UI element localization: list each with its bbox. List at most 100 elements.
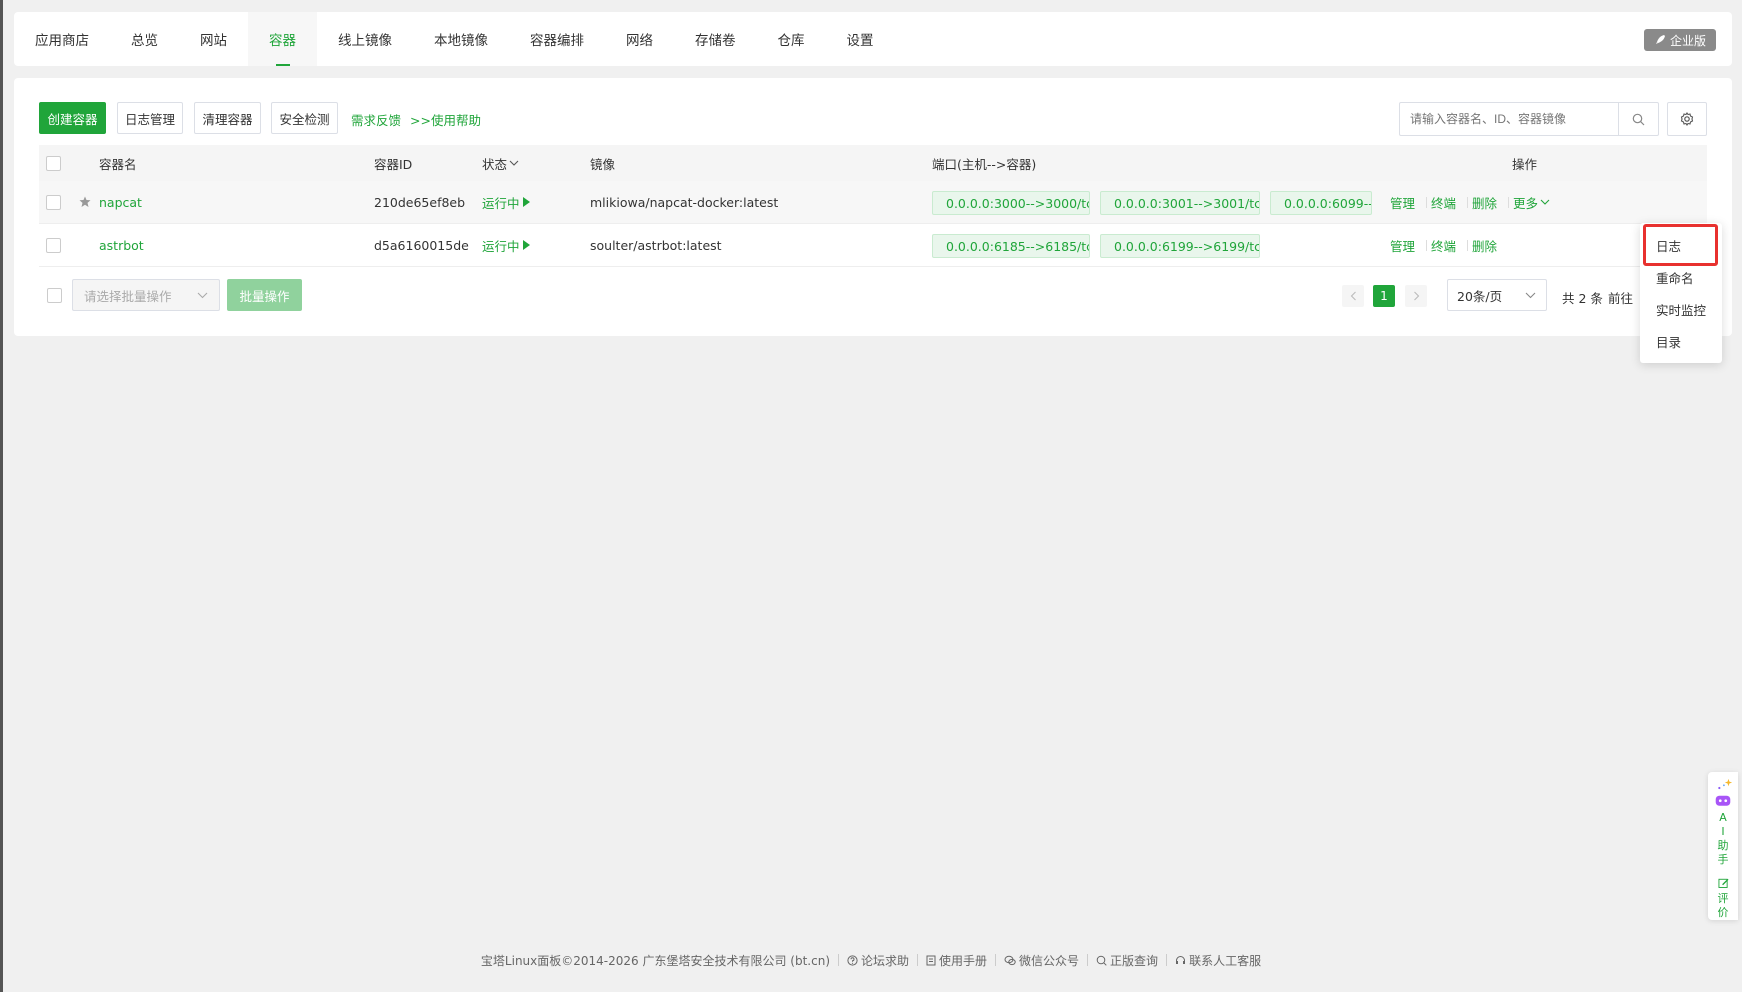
port-tag[interactable]: 0.0.0.0:6199-->6199/tcp [1100, 234, 1260, 258]
settings-button[interactable] [1667, 102, 1707, 136]
pin-icon[interactable] [79, 181, 91, 223]
delete-link[interactable]: 删除 [1472, 224, 1497, 266]
container-table: 容器名 容器ID 状态 镜像 端口(主机-->容器) 操作 napcat 210… [39, 145, 1707, 267]
status-running[interactable]: 运行中 [482, 181, 530, 223]
gear-icon [1680, 112, 1694, 126]
tab-registry[interactable]: 仓库 [757, 12, 826, 66]
port-tag[interactable]: 0.0.0.0:6185-->6185/tcp [932, 234, 1090, 258]
wechat-icon [1004, 955, 1016, 965]
search-input[interactable] [1400, 104, 1618, 134]
headset-icon [1176, 955, 1186, 964]
batch-action-button[interactable]: 批量操作 [227, 279, 302, 311]
feedback-link[interactable]: 需求反馈 [351, 110, 401, 129]
port-label: 0.0.0.0:6185-->6185/tcp [946, 238, 1090, 254]
chevron-down-icon [1540, 199, 1550, 205]
chevron-down-icon [1525, 292, 1536, 299]
container-id: d5a6160015de [374, 237, 469, 253]
security-check-button[interactable]: 安全检测 [271, 102, 338, 134]
port-tag[interactable]: 0.0.0.0:6099--> [1270, 191, 1372, 215]
manage-link[interactable]: 管理 [1390, 224, 1415, 266]
more-label: 更多 [1513, 195, 1539, 211]
license-label: 正版查询 [1110, 953, 1159, 968]
tab-website[interactable]: 网站 [179, 12, 248, 66]
header-name: 容器名 [99, 156, 137, 172]
license-link[interactable]: 正版查询 [1088, 952, 1166, 969]
manual-label: 使用手册 [939, 953, 988, 968]
tab-app-store[interactable]: 应用商店 [14, 12, 110, 66]
divider [1426, 197, 1427, 208]
tab-settings[interactable]: 设置 [826, 12, 895, 66]
tab-local-images[interactable]: 本地镜像 [413, 12, 509, 66]
terminal-link[interactable]: 终端 [1431, 224, 1456, 266]
sparkle-icon [1718, 778, 1733, 790]
header-actions: 操作 [1512, 156, 1538, 172]
menu-item-monitor[interactable]: 实时监控 [1640, 293, 1722, 325]
divider [1467, 240, 1468, 251]
enterprise-label: 企业版 [1669, 33, 1706, 48]
toolbar: 创建容器 日志管理 清理容器 安全检测 需求反馈 >>使用帮助 [39, 102, 1707, 136]
terminal-link[interactable]: 终端 [1431, 181, 1456, 223]
support-label: 联系人工客服 [1189, 953, 1262, 968]
search-box [1399, 102, 1659, 136]
port-tag[interactable]: 0.0.0.0:3001-->3001/tcp [1100, 191, 1260, 215]
next-page-button[interactable] [1405, 285, 1427, 307]
more-dropdown[interactable]: 更多 [1513, 181, 1550, 223]
manual-link[interactable]: 使用手册 [918, 952, 995, 969]
page-footer: 宝塔Linux面板©2014-2026 广东堡塔安全技术有限公司 (bt.cn)… [0, 950, 1742, 970]
status-running[interactable]: 运行中 [482, 224, 530, 266]
window-edge [0, 0, 3, 992]
support-link[interactable]: 联系人工客服 [1167, 952, 1269, 969]
select-all-checkbox[interactable] [46, 155, 61, 171]
book-icon [926, 955, 936, 965]
create-container-button[interactable]: 创建容器 [39, 102, 106, 134]
tab-overview[interactable]: 总览 [110, 12, 179, 66]
batch-select-placeholder: 请选择批量操作 [84, 288, 172, 304]
port-tag[interactable]: 0.0.0.0:3000-->3000/tcp [932, 191, 1090, 215]
tab-network[interactable]: 网络 [605, 12, 674, 66]
main-panel: 创建容器 日志管理 清理容器 安全检测 需求反馈 >>使用帮助 容器名 容器ID… [14, 78, 1732, 336]
port-label: 0.0.0.0:3001-->3001/tcp [1114, 195, 1260, 211]
status-label: 运行中 [482, 238, 520, 254]
clean-containers-button[interactable]: 清理容器 [194, 102, 261, 134]
row-checkbox[interactable] [46, 237, 61, 253]
menu-item-directory[interactable]: 目录 [1640, 325, 1722, 357]
port-label: 0.0.0.0:3000-->3000/tcp [946, 195, 1090, 211]
tab-volumes[interactable]: 存储卷 [674, 12, 757, 66]
batch-action-select[interactable]: 请选择批量操作 [72, 279, 220, 311]
ai-assistant-bar[interactable]: AI助手 评价 [1708, 772, 1738, 920]
divider [1467, 197, 1468, 208]
wechat-link[interactable]: 微信公众号 [996, 952, 1087, 969]
header-image: 镜像 [590, 156, 616, 172]
header-status-label: 状态 [482, 156, 508, 172]
table-row: napcat 210de65ef8eb 运行中 mlikiowa/napcat-… [39, 181, 1707, 224]
search-icon [1632, 113, 1645, 125]
tab-compose[interactable]: 容器编排 [509, 12, 605, 66]
manage-link[interactable]: 管理 [1390, 181, 1415, 223]
enterprise-button[interactable]: 企业版 [1643, 29, 1716, 51]
row-checkbox[interactable] [46, 194, 61, 210]
divider [1426, 240, 1427, 251]
port-label: 0.0.0.0:6199-->6199/tcp [1114, 238, 1260, 254]
batch-select-all-checkbox[interactable] [47, 288, 62, 303]
prev-page-button[interactable] [1342, 285, 1364, 307]
help-link[interactable]: >>使用帮助 [410, 110, 481, 129]
tab-container[interactable]: 容器 [248, 12, 317, 66]
page-number[interactable]: 1 [1373, 285, 1395, 307]
header-ports: 端口(主机-->容器) [932, 156, 1037, 172]
page-size-label: 20条/页 [1457, 288, 1503, 304]
copyright-text: 宝塔Linux面板©2014-2026 广东堡塔安全技术有限公司 (bt.cn) [480, 953, 830, 968]
container-name-link[interactable]: napcat [99, 181, 142, 223]
container-name-link[interactable]: astrbot [99, 224, 144, 266]
log-management-button[interactable]: 日志管理 [117, 102, 183, 134]
status-label: 运行中 [482, 195, 520, 211]
port-label: 0.0.0.0:6099--> [1284, 195, 1371, 211]
delete-link[interactable]: 删除 [1472, 181, 1497, 223]
forum-link[interactable]: 论坛求助 [839, 952, 917, 969]
tab-online-images[interactable]: 线上镜像 [317, 12, 413, 66]
forum-label: 论坛求助 [861, 953, 910, 968]
search-button[interactable] [1618, 103, 1658, 135]
header-status[interactable]: 状态 [482, 145, 519, 181]
page-size-select[interactable]: 20条/页 [1447, 279, 1547, 311]
top-nav: 应用商店 总览 网站 容器 线上镜像 本地镜像 容器编排 网络 存储卷 仓库 设… [14, 12, 1732, 66]
table-row: astrbot d5a6160015de 运行中 soulter/astrbot… [39, 224, 1707, 267]
